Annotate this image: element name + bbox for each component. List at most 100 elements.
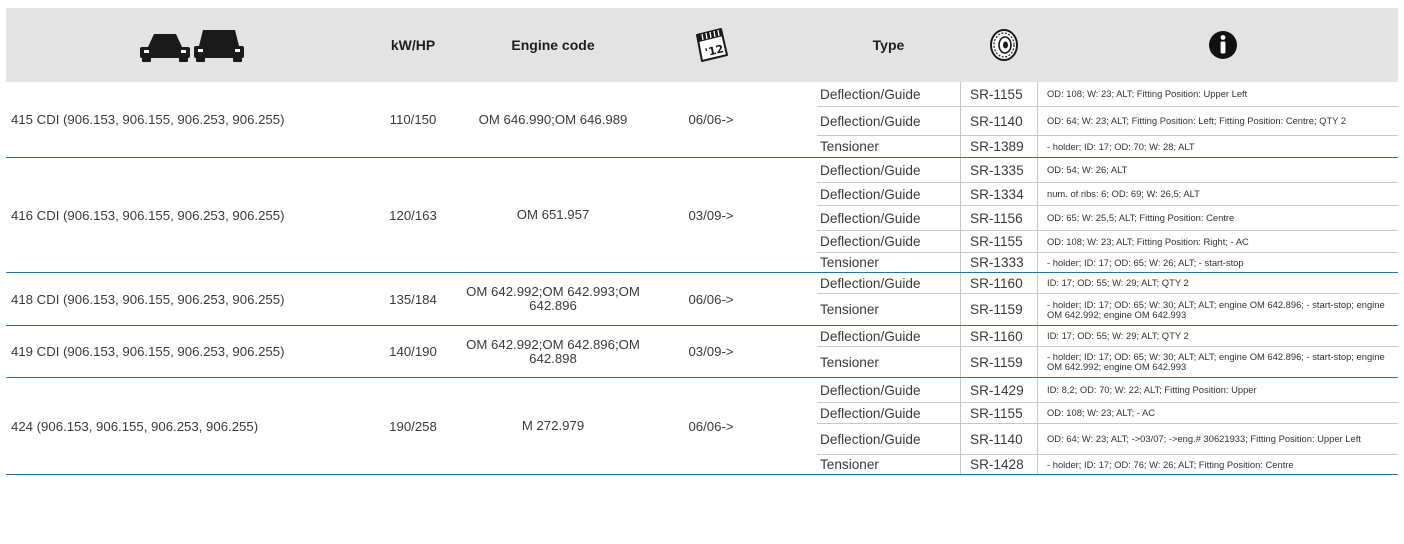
part-row: Deflection/Guide SR-1429 ID: 8,2; OD: 70; … — [817, 378, 1398, 402]
parts-list: Deflection/Guide SR-1429 ID: 8,2; OD: 70; … — [817, 378, 1398, 474]
part-notes: OD: 64; W: 23; ALT; Fitting Position: Le… — [1047, 115, 1347, 126]
part-reference[interactable]: SR-1155 — [960, 82, 1038, 106]
part-notes: OD: 54; W: 26; ALT — [1047, 164, 1128, 175]
part-row: Deflection/Guide SR-1160 ID: 17; OD: 55; W… — [817, 326, 1398, 346]
part-notes: ID: 8,2; OD: 70; W: 22; ALT; Fitting Pos… — [1047, 384, 1257, 395]
part-type: Deflection/Guide — [820, 405, 921, 421]
parts-list: Deflection/Guide SR-1160 ID: 17; OD: 55; W… — [817, 326, 1398, 377]
part-reference[interactable]: SR-1156 — [960, 206, 1038, 230]
part-row: Tensioner SR-1389 - holder; ID: 17; OD: 70… — [817, 135, 1398, 157]
part-reference[interactable]: SR-1335 — [960, 158, 1038, 182]
part-type: Deflection/Guide — [820, 113, 921, 129]
part-reference[interactable]: SR-1429 — [960, 378, 1038, 402]
part-type: Deflection/Guide — [820, 86, 921, 102]
part-reference[interactable]: SR-1140 — [960, 424, 1038, 454]
vehicle-model: 415 CDI (906.153, 906.155, 906.253, 906.… — [11, 112, 285, 127]
engine-code: OM 642.992;OM 642.993;OM 642.896 — [466, 284, 640, 313]
power-kw-hp: 135/184 — [389, 291, 437, 307]
part-row: Tensioner SR-1159 - holder; ID: 17; OD: 65… — [817, 293, 1398, 325]
engine-code: OM 651.957 — [516, 207, 590, 222]
table-header: kW/HP Engine code '12 Type — [6, 8, 1398, 82]
info-icon — [1208, 31, 1237, 59]
type-column-header: Type — [872, 37, 905, 53]
table-body: 415 CDI (906.153, 906.155, 906.253, 906.… — [6, 82, 1398, 475]
vehicle-group: 424 (906.153, 906.155, 906.253, 906.255)… — [6, 378, 1398, 475]
part-reference[interactable]: SR-1155 — [960, 403, 1038, 423]
part-row: Deflection/Guide SR-1155 OD: 108; W: 23; A… — [817, 402, 1398, 423]
part-row: Tensioner SR-1159 - holder; ID: 17; OD: 65… — [817, 346, 1398, 377]
engine-code: M 272.979 — [521, 418, 585, 433]
vehicle-model: 419 CDI (906.153, 906.155, 906.253, 906.… — [11, 344, 285, 359]
part-notes: OD: 108; W: 23; ALT; Fitting Position: R… — [1047, 235, 1249, 247]
part-notes: OD: 64; W: 23; ALT; ->03/07; ->eng.# 306… — [1047, 433, 1361, 444]
part-reference[interactable]: SR-1334 — [960, 183, 1038, 205]
part-notes: - holder; ID: 17; OD: 65; W: 30; ALT; AL… — [1047, 351, 1385, 372]
parts-list: Deflection/Guide SR-1160 ID: 17; OD: 55; W… — [817, 273, 1398, 325]
production-date: 06/06-> — [688, 291, 734, 307]
part-type: Deflection/Guide — [820, 162, 921, 178]
part-notes: - holder; ID: 17; OD: 70; W: 28; ALT — [1047, 140, 1195, 152]
vehicle-model: 424 (906.153, 906.155, 906.253, 906.255) — [11, 418, 259, 434]
part-type: Tensioner — [820, 255, 879, 270]
part-row: Tensioner SR-1333 - holder; ID: 17; OD: 65… — [817, 252, 1398, 272]
part-row: Deflection/Guide SR-1160 ID: 17; OD: 55; W… — [817, 273, 1398, 293]
part-type: Deflection/Guide — [820, 382, 921, 398]
parts-table: kW/HP Engine code '12 Type 415 CDI (906.… — [6, 8, 1398, 475]
part-row: Tensioner SR-1428 - holder; ID: 17; OD: 76… — [817, 454, 1398, 474]
part-type: Deflection/Guide — [820, 210, 921, 226]
engine-code: OM 646.990;OM 646.989 — [478, 111, 628, 127]
date-column-header: '12 — [656, 8, 766, 82]
vehicle-model: 416 CDI (906.153, 906.155, 906.253, 906.… — [11, 207, 285, 223]
part-reference[interactable]: SR-1159 — [960, 347, 1038, 377]
power-kw-hp: 140/190 — [389, 344, 437, 359]
power-kw-hp: 110/150 — [389, 112, 437, 127]
part-type: Deflection/Guide — [820, 186, 921, 202]
parts-list: Deflection/Guide SR-1155 OD: 108; W: 23; A… — [817, 82, 1398, 157]
part-reference[interactable]: SR-1160 — [960, 273, 1038, 293]
production-date: 03/09-> — [688, 344, 734, 359]
part-type: Tensioner — [820, 302, 879, 317]
vehicle-column-header — [6, 8, 378, 82]
part-row: Deflection/Guide SR-1155 OD: 108; W: 23; A… — [817, 230, 1398, 252]
part-reference[interactable]: SR-1160 — [960, 326, 1038, 346]
power-kw-hp: 190/258 — [389, 418, 437, 434]
part-reference[interactable]: SR-1159 — [960, 294, 1038, 325]
vehicle-group: 415 CDI (906.153, 906.155, 906.253, 906.… — [6, 82, 1398, 158]
part-notes: num. of ribs: 6; OD: 69; W: 26,5; ALT — [1047, 188, 1200, 199]
info-column-header — [1047, 8, 1398, 82]
tire-icon — [989, 29, 1018, 61]
part-reference[interactable]: SR-1389 — [960, 136, 1038, 157]
part-notes: - holder; ID: 17; OD: 76; W: 26; ALT; Fi… — [1047, 458, 1294, 470]
part-type: Deflection/Guide — [820, 328, 921, 344]
kw-hp-header: kW/HP — [390, 37, 436, 53]
part-notes: OD: 65; W: 25,5; ALT; Fitting Position: … — [1047, 212, 1235, 223]
part-reference[interactable]: SR-1140 — [960, 107, 1038, 135]
engine-code: OM 642.992;OM 642.896;OM 642.898 — [466, 336, 640, 366]
part-type: Deflection/Guide — [820, 431, 921, 447]
part-notes: ID: 17; OD: 55; W: 29; ALT; QTY 2 — [1047, 330, 1189, 341]
production-date: 06/06-> — [688, 112, 734, 127]
vehicle-group: 419 CDI (906.153, 906.155, 906.253, 906.… — [6, 326, 1398, 378]
part-reference[interactable]: SR-1333 — [960, 253, 1038, 272]
calendar-icon: '12 — [696, 28, 728, 62]
part-row: Deflection/Guide SR-1334 num. of ribs: 6; … — [817, 182, 1398, 205]
part-reference[interactable]: SR-1155 — [960, 231, 1038, 252]
vehicle-group: 418 CDI (906.153, 906.155, 906.253, 906.… — [6, 273, 1398, 326]
reference-column-header — [960, 8, 1047, 82]
part-notes: OD: 108; W: 23; ALT; Fitting Position: U… — [1047, 88, 1248, 99]
part-type: Tensioner — [820, 457, 879, 472]
vehicle-model: 418 CDI (906.153, 906.155, 906.253, 906.… — [11, 291, 285, 307]
part-type: Deflection/Guide — [820, 234, 921, 249]
two-cars-icon — [140, 30, 244, 62]
production-date: 06/06-> — [688, 418, 734, 434]
part-type: Tensioner — [820, 139, 879, 154]
part-notes: - holder; ID: 17; OD: 65; W: 30; ALT; AL… — [1047, 298, 1385, 320]
part-row: Deflection/Guide SR-1140 OD: 64; W: 23; AL… — [817, 423, 1398, 454]
parts-list: Deflection/Guide SR-1335 OD: 54; W: 26; AL… — [817, 158, 1398, 272]
part-row: Deflection/Guide SR-1156 OD: 65; W: 25,5; … — [817, 205, 1398, 230]
part-reference[interactable]: SR-1428 — [960, 455, 1038, 474]
production-date: 03/09-> — [688, 207, 734, 223]
part-notes: - holder; ID: 17; OD: 65; W: 26; ALT; - … — [1047, 256, 1244, 268]
part-row: Deflection/Guide SR-1155 OD: 108; W: 23; A… — [817, 82, 1398, 106]
part-type: Deflection/Guide — [820, 275, 921, 291]
